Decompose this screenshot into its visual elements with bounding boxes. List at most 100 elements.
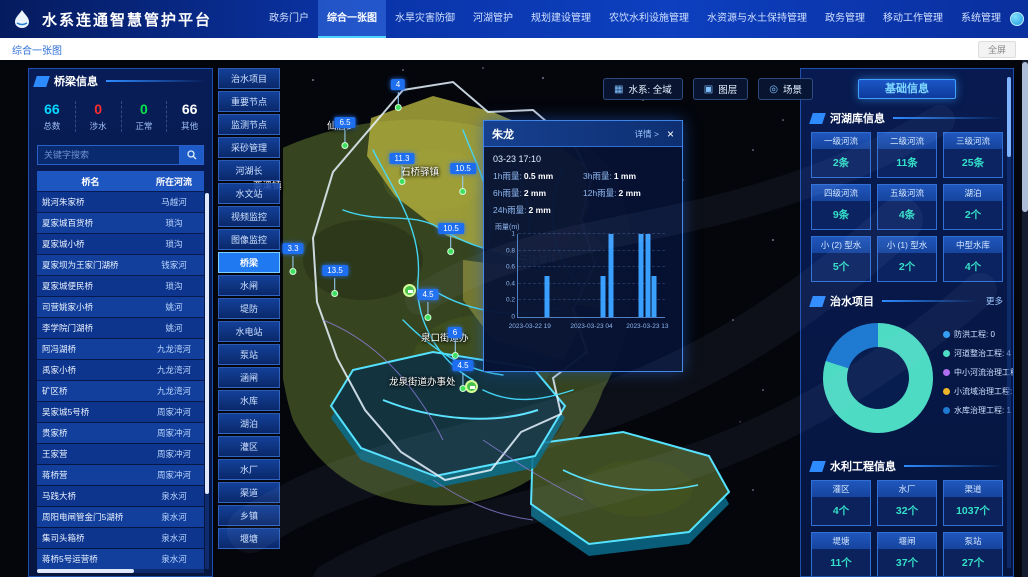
table-horizontal-scrollbar[interactable] [37,569,204,573]
project-section-header: 治水项目 更多 [811,293,1003,309]
stat-card[interactable]: 二级河流 11条 [877,132,937,178]
map-control-button[interactable]: ▣ 图层 [693,78,748,100]
table-row[interactable]: 矿区桥 九龙湾河 [37,381,204,401]
legend-item[interactable]: 河道整治工程: 4 [943,348,1014,359]
table-row[interactable]: 集司头箱桥 泉水河 [37,528,204,548]
station-marker[interactable]: 10.5 [450,158,476,195]
station-marker[interactable]: 13.5 [322,260,348,297]
nav-item[interactable]: 政务管理 [816,0,874,38]
table-vertical-scrollbar[interactable] [205,193,209,569]
stat-card[interactable]: 堰闸 37个 [877,532,937,577]
nav-item[interactable]: 水旱灾害防御 [386,0,464,38]
breadcrumb[interactable]: 综合一张图 [12,42,62,57]
layer-menu-item[interactable]: 泵站 [218,344,280,365]
layer-menu-item[interactable]: 乡镇 [218,505,280,526]
stat-card[interactable]: 堤塘 11个 [811,532,871,577]
table-row[interactable]: 蒋桥营 周家冲河 [37,465,204,485]
more-link[interactable]: 更多 [986,295,1003,307]
layer-menu-item[interactable]: 水文站 [218,183,280,204]
fullscreen-button[interactable]: 全屏 [978,41,1016,58]
layer-menu-item[interactable]: 涵闸 [218,367,280,388]
nav-item[interactable]: 河湖管护 [464,0,522,38]
layer-menu-item[interactable]: 水库 [218,390,280,411]
nav-item[interactable]: 综合一张图 [318,0,386,38]
stat-card[interactable]: 渠道 1037个 [943,480,1003,526]
layer-menu-item[interactable]: 水电站 [218,321,280,342]
station-marker[interactable]: 11.3 [390,148,415,185]
popup-detail-link[interactable]: 详情 > [635,128,659,140]
table-row[interactable]: 蒋桥5号运营桥 泉水河 [37,549,204,569]
legend-item[interactable]: 小流域治理工程: 0 [943,386,1014,397]
stat-card[interactable]: 中型水库 4个 [943,236,1003,282]
stat-card[interactable]: 四级河流 9条 [811,184,871,230]
layer-menu-item[interactable]: 图像监控 [218,229,280,250]
basic-info-tab[interactable]: 基础信息 [858,79,956,99]
table-row[interactable]: 吴家城5号桥 周家冲河 [37,402,204,422]
stat-card[interactable]: 三级河流 25条 [943,132,1003,178]
close-icon[interactable]: × [667,128,674,140]
table-row[interactable]: 姚河朱家桥 马越河 [37,192,204,212]
legend-dot-icon [943,350,950,357]
stat-card[interactable]: 小 (1) 型水 2个 [877,236,937,282]
table-row[interactable]: 贵家桥 周家冲河 [37,423,204,443]
layer-menu-item[interactable]: 河湖长 [218,160,280,181]
legend-item[interactable]: 中小河流治理工程: 0 [943,367,1014,378]
layer-menu-item[interactable]: 水闸 [218,275,280,296]
search-input[interactable] [37,145,180,165]
panel-scrollbar[interactable] [1007,77,1011,568]
layer-menu-item[interactable]: 渠道 [218,482,280,503]
station-marker[interactable]: 4 [391,74,405,111]
table-row[interactable]: 王家营 周家冲河 [37,444,204,464]
table-row[interactable]: 夏家坝为王家门湖桥 钱家河 [37,255,204,275]
nav-item[interactable]: 移动工作管理 [874,0,952,38]
card-label: 湖泊 [944,185,1002,201]
nav-item[interactable]: 农饮水利设施管理 [600,0,698,38]
search-button[interactable] [180,145,204,165]
layer-menu-item[interactable]: 视频监控 [218,206,280,227]
table-row[interactable]: 阿冯湖桥 九龙湾河 [37,339,204,359]
camera-marker-icon[interactable] [403,284,416,297]
station-marker[interactable]: 4.5 [417,284,438,321]
table-row[interactable]: 周阳电闸管金门5湖桥 泉水河 [37,507,204,527]
table-row[interactable]: 李学院门湖桥 姚河 [37,318,204,338]
stat-card[interactable]: 五级河流 4条 [877,184,937,230]
table-row[interactable]: 夏家城便民桥 琐沟 [37,276,204,296]
layer-menu-item[interactable]: 重要节点 [218,91,280,112]
table-row[interactable]: 夏家城小桥 琐沟 [37,234,204,254]
layer-menu-item[interactable]: 监测节点 [218,114,280,135]
nav-item[interactable]: 水资源与水土保持管理 [698,0,816,38]
layer-menu-item[interactable]: 水厂 [218,459,280,480]
stat-card[interactable]: 水厂 32个 [877,480,937,526]
nav-item[interactable]: 系统管理 [952,0,1010,38]
page-scrollbar[interactable] [1022,60,1028,577]
nav-item[interactable]: 政务门户 [260,0,318,38]
layer-menu-item[interactable]: 治水项目 [218,68,280,89]
map-control-button[interactable]: ▦ 水系: 全域 [603,78,683,100]
station-marker[interactable]: 10.5 [438,218,464,255]
rain-bar [651,276,656,318]
stat-card[interactable]: 小 (2) 型水 5个 [811,236,871,282]
layer-menu-item[interactable]: 采砂管理 [218,137,280,158]
table-row[interactable]: 司营姚家小桥 姚河 [37,297,204,317]
camera-marker-icon[interactable] [465,380,478,393]
station-marker[interactable]: 6.5 [334,112,355,149]
layer-menu-item[interactable]: 灌区 [218,436,280,457]
legend-item[interactable]: 水库治理工程: 1 [943,405,1014,416]
layer-menu-item[interactable]: 桥梁 [218,252,280,273]
legend-item[interactable]: 防洪工程: 0 [943,329,1014,340]
station-marker[interactable]: 3.3 [282,238,303,275]
stat-card[interactable]: 一级河流 2条 [811,132,871,178]
table-row[interactable]: 夏家城百货桥 琐沟 [37,213,204,233]
nav-item[interactable]: 规划建设管理 [522,0,600,38]
stat-card[interactable]: 泵站 27个 [943,532,1003,577]
map-control-button[interactable]: ◎ 场景 [758,78,813,100]
user-chip[interactable]: hkxb42080201 ▾ [1010,12,1028,26]
layer-menu-item[interactable]: 湖泊 [218,413,280,434]
layer-menu-item[interactable]: 堤防 [218,298,280,319]
station-marker[interactable]: 6 [448,322,462,359]
layer-menu-item[interactable]: 堰塘 [218,528,280,549]
stat-card[interactable]: 湖泊 2个 [943,184,1003,230]
table-row[interactable]: 马践大桥 泉水河 [37,486,204,506]
table-row[interactable]: 禹家小桥 九龙湾河 [37,360,204,380]
stat-card[interactable]: 灌区 4个 [811,480,871,526]
